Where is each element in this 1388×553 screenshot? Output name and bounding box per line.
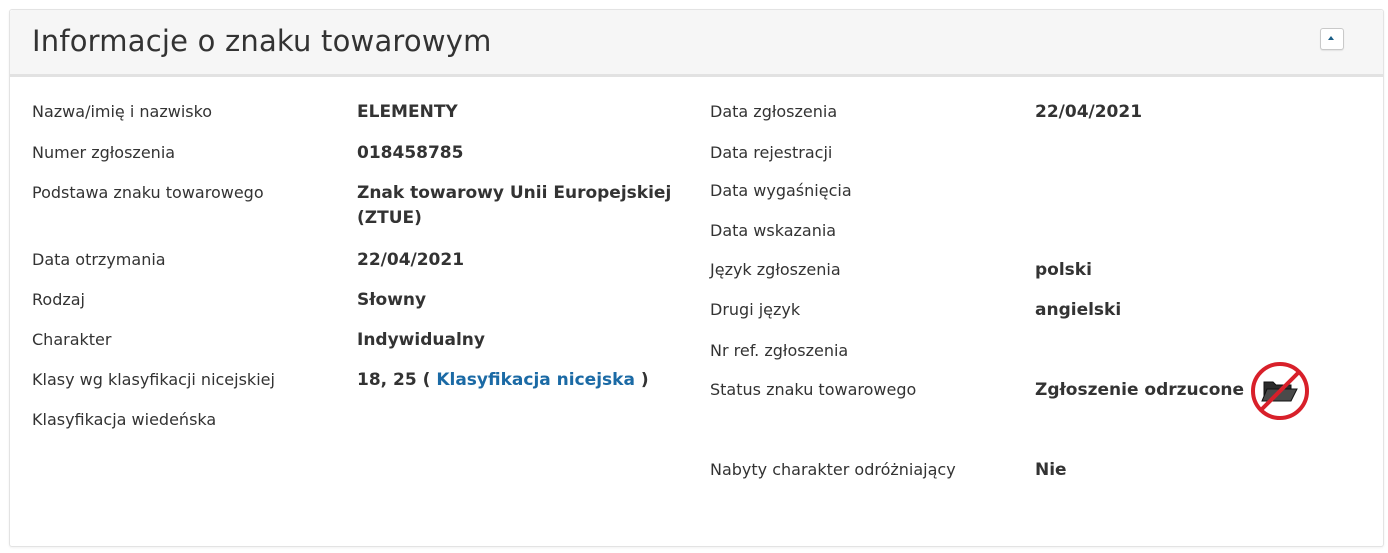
trademark-info-panel: Informacje o znaku towarowym [9, 9, 1384, 547]
nice-classification-link[interactable]: Klasyfikacja nicejska [436, 370, 635, 390]
received-date-value: 22/04/2021 [357, 250, 465, 270]
registration-date-label: Data rejestracji [710, 143, 833, 162]
trademark-status-label: Status znaku towarowego [710, 380, 917, 399]
filing-reference-label: Nr ref. zgłoszenia [710, 341, 849, 360]
trademark-status-value: Zgłoszenie odrzucone [1035, 380, 1245, 400]
second-language-label: Drugi język [710, 300, 801, 319]
application-number-label: Numer zgłoszenia [32, 143, 176, 162]
filing-language-value: polski [1035, 260, 1092, 280]
nice-classes-numbers: 18, 25 ( [357, 370, 431, 390]
second-language-value: angielski [1035, 300, 1122, 320]
mark-nature-label: Charakter [32, 330, 112, 349]
collapse-button[interactable] [1320, 28, 1344, 50]
name-label: Nazwa/imię i nazwisko [32, 102, 213, 121]
nice-classes-label: Klasy wg klasyfikacji nicejskiej [32, 370, 275, 389]
mark-type-value: Słowny [357, 290, 427, 310]
filing-language-label: Język zgłoszenia [710, 260, 841, 279]
mark-nature-value: Indywidualny [357, 330, 485, 350]
vienna-classification-label: Klasyfikacja wiedeńska [32, 410, 217, 429]
nice-classes-close-paren: ) [640, 370, 649, 390]
trademark-basis-value-line2: (ZTUE) [357, 208, 422, 228]
mark-type-label: Rodzaj [32, 290, 85, 309]
acquired-distinctiveness-value: Nie [1035, 460, 1067, 480]
received-date-label: Data otrzymania [32, 250, 166, 269]
trademark-basis-value-line1: Znak towarowy Unii Europejskiej [357, 183, 672, 203]
panel-title: Informacje o znaku towarowym [32, 24, 492, 58]
panel-header: Informacje o znaku towarowym [10, 10, 1383, 77]
expiry-date-label: Data wygaśnięcia [710, 181, 852, 200]
filing-date-value: 22/04/2021 [1035, 102, 1143, 122]
name-value: ELEMENTY [357, 102, 458, 122]
acquired-distinctiveness-label: Nabyty charakter odróżniający [710, 460, 956, 479]
filing-date-label: Data zgłoszenia [710, 102, 838, 121]
nice-classes-value: 18, 25 ( Klasyfikacja nicejska ) [357, 370, 649, 390]
trademark-basis-label: Podstawa znaku towarowego [32, 183, 264, 202]
designation-date-label: Data wskazania [710, 221, 837, 240]
application-number-value: 018458785 [357, 143, 464, 163]
rejected-folder-icon [1251, 362, 1309, 420]
